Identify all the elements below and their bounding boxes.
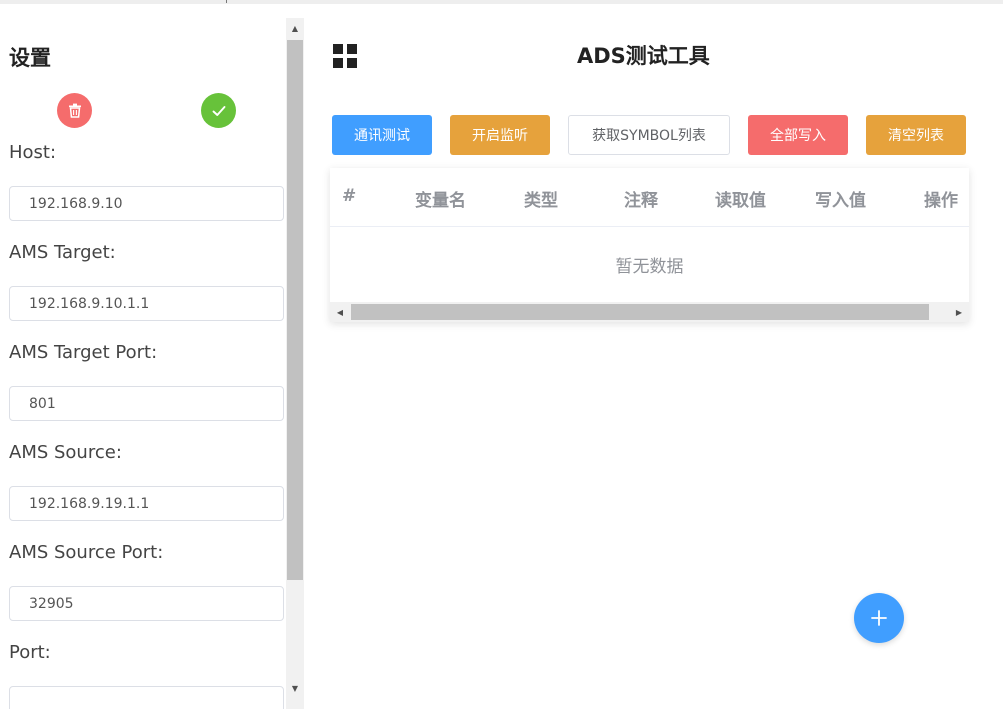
- settings-title: 设置: [9, 46, 51, 70]
- ams-target-port-input[interactable]: [9, 386, 284, 421]
- plus-icon: [871, 610, 887, 626]
- grid-icon[interactable]: [333, 44, 357, 68]
- ams-source-port-input[interactable]: [9, 586, 284, 621]
- scroll-right-arrow-icon[interactable]: ▶: [951, 304, 967, 320]
- table-header: # 变量名 类型 注释 读取值 写入值 操作: [330, 168, 969, 227]
- write-all-button[interactable]: 全部写入: [748, 115, 848, 155]
- host-label: Host:: [9, 142, 57, 163]
- start-monitor-button[interactable]: 开启监听: [450, 115, 550, 155]
- port-input[interactable]: [9, 686, 284, 709]
- ams-target-label: AMS Target:: [9, 242, 116, 263]
- column-header-write-value: 写入值: [815, 191, 866, 211]
- app-title: ADS测试工具: [577, 44, 710, 68]
- column-header-comment: 注释: [624, 191, 658, 211]
- clear-list-button[interactable]: 清空列表: [866, 115, 966, 155]
- scroll-left-arrow-icon[interactable]: ◀: [332, 304, 348, 320]
- ams-source-input[interactable]: [9, 486, 284, 521]
- sidebar-scroll-thumb[interactable]: [287, 40, 303, 580]
- column-header-read-value: 读取值: [715, 191, 766, 211]
- check-icon: [212, 105, 225, 116]
- column-header-type: 类型: [524, 191, 558, 211]
- scroll-down-arrow-icon[interactable]: ▼: [286, 680, 304, 696]
- host-input[interactable]: [9, 186, 284, 221]
- column-header-actions: 操作: [924, 191, 958, 211]
- scroll-up-arrow-icon[interactable]: ▲: [286, 20, 304, 36]
- comm-test-button[interactable]: 通讯测试: [332, 115, 432, 155]
- variables-table: # 变量名 类型 注释 读取值 写入值 操作 暂无数据 ◀ ▶: [330, 168, 969, 322]
- column-header-index: #: [342, 186, 357, 206]
- get-symbol-list-button[interactable]: 获取SYMBOL列表: [568, 115, 730, 155]
- ams-target-port-label: AMS Target Port:: [9, 342, 158, 363]
- confirm-button[interactable]: [201, 93, 236, 128]
- settings-sidebar: 设置 Host: AMS Target: AMS Target Port: AM…: [0, 4, 305, 709]
- trash-icon: [68, 103, 81, 118]
- table-empty-text: 暂无数据: [615, 257, 684, 277]
- ams-source-label: AMS Source:: [9, 442, 122, 463]
- table-scroll-thumb[interactable]: [351, 304, 929, 320]
- table-scrollbar[interactable]: ◀ ▶: [330, 302, 969, 322]
- sidebar-scrollbar[interactable]: ▲ ▼: [286, 18, 304, 709]
- port-label: Port:: [9, 642, 51, 663]
- ams-target-input[interactable]: [9, 286, 284, 321]
- ams-source-port-label: AMS Source Port:: [9, 542, 164, 563]
- top-strip-mark: [226, 0, 227, 3]
- column-header-name: 变量名: [415, 191, 466, 211]
- add-button[interactable]: [854, 593, 904, 643]
- delete-button[interactable]: [57, 93, 92, 128]
